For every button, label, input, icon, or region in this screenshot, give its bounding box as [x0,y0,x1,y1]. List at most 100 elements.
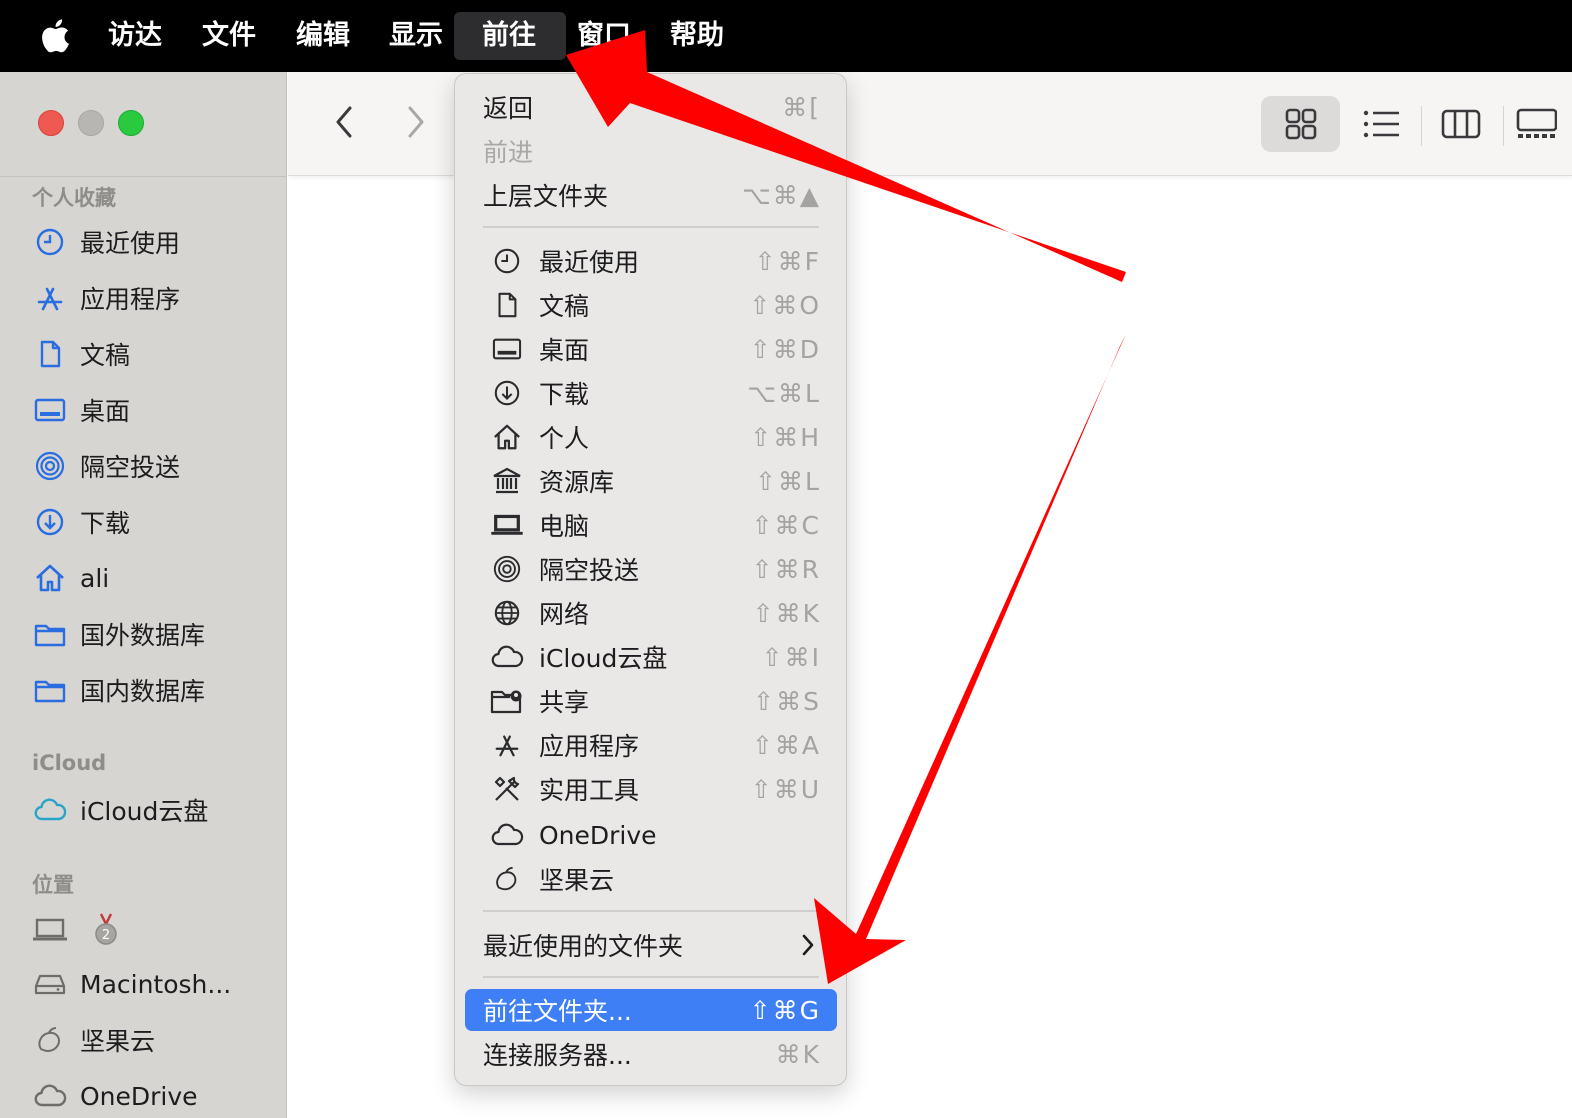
sidebar-item-folder-domestic-db[interactable]: 国内数据库 [32,670,205,710]
folder-icon [32,672,68,708]
icon-view-button[interactable] [1261,96,1340,152]
menu-item-label: 上层文件夹 [483,182,609,211]
sidebar-item-icloud-drive[interactable]: iCloud云盘 [32,790,208,830]
sidebar-item-label: 下载 [80,509,131,538]
menu-item-desktop[interactable]: 桌面 ⇧⌘D [465,328,837,370]
menu-item-label: 隔空投送 [539,556,640,585]
menu-item-label: 应用程序 [539,732,640,761]
sidebar-item-airdrop[interactable]: 隔空投送 [32,446,180,486]
medal-badge-icon: 2 [88,912,124,948]
chevron-right-icon [802,934,814,956]
nutstore-icon [489,861,525,897]
sidebar-item-macintosh-hd[interactable]: Macintosh... [32,964,231,1004]
menu-item-documents[interactable]: 文稿 ⇧⌘O [465,284,837,326]
menu-item-library[interactable]: 资源库 ⇧⌘L [465,460,837,502]
menu-item-downloads[interactable]: 下载 ⌥⌘L [465,372,837,414]
cloud-icon [489,639,525,675]
clock-icon [32,224,68,260]
menu-separator [483,976,819,978]
menu-item-label: 前往文件夹... [483,997,632,1026]
menu-edit[interactable]: 编辑 [280,12,366,60]
menu-item-nutstore[interactable]: 坚果云 [465,858,837,900]
menu-item-utilities[interactable]: 实用工具 ⇧⌘U [465,768,837,810]
menu-item-icloud-drive[interactable]: iCloud云盘 ⇧⌘I [465,636,837,678]
menu-bar: 访达 文件 编辑 显示 前往 窗口 帮助 [0,0,1572,72]
menu-item-applications[interactable]: 应用程序 ⇧⌘A [465,724,837,766]
sidebar-item-downloads[interactable]: 下载 [32,502,130,542]
menu-item-label: 连接服务器... [483,1041,632,1070]
menu-item-label: 最近使用的文件夹 [483,932,684,961]
menu-item-recent-folders[interactable]: 最近使用的文件夹 [465,924,837,966]
shortcut-label: ⇧⌘C [751,510,821,540]
menu-item-shared[interactable]: 共享 ⇧⌘S [465,680,837,722]
menu-item-computer[interactable]: 电脑 ⇧⌘C [465,504,837,546]
sidebar-item-folder-foreign-db[interactable]: 国外数据库 [32,614,205,654]
menu-item-onedrive[interactable]: OneDrive [465,814,837,856]
forward-chevron-icon[interactable] [400,102,430,142]
menu-item-connect-server[interactable]: 连接服务器... ⌘K [465,1033,837,1075]
download-icon [489,375,525,411]
disk-icon [32,966,68,1002]
cloud-icon [32,1078,68,1114]
globe-icon [489,595,525,631]
home-icon [32,560,68,596]
menu-item-label: iCloud云盘 [539,644,668,673]
list-view-button[interactable] [1348,96,1414,152]
laptop-icon [32,912,68,948]
gallery-icon [1516,108,1557,138]
menu-file[interactable]: 文件 [186,12,272,60]
sidebar-item-recents[interactable]: 最近使用 [32,222,180,262]
apple-logo-icon[interactable] [38,18,70,54]
menu-item-enclosing-folder[interactable]: 上层文件夹 ⌥⌘▲ [465,174,837,216]
grid-icon [1285,108,1316,140]
menu-item-label: 桌面 [539,336,590,365]
go-menu-dropdown: 返回 ⌘[ 前进 上层文件夹 ⌥⌘▲ 最近使用 ⇧⌘F 文稿 ⇧⌘O 桌面 ⇧⌘… [454,73,847,1086]
sidebar-item-label: Macintosh... [80,969,232,999]
menu-item-label: 返回 [483,94,534,123]
menu-item-recents[interactable]: 最近使用 ⇧⌘F [465,240,837,282]
gallery-view-button[interactable] [1513,96,1572,152]
sidebar-item-documents[interactable]: 文稿 [32,334,130,374]
menu-app-finder[interactable]: 访达 [92,12,178,60]
shortcut-label: ⇧⌘A [751,730,821,760]
document-icon [32,336,68,372]
zoom-window-button[interactable] [118,110,144,136]
menu-help[interactable]: 帮助 [654,12,740,60]
home-icon [489,419,525,455]
shortcut-label: ⇧⌘K [752,598,821,628]
menu-item-network[interactable]: 网络 ⇧⌘K [465,592,837,634]
sidebar-item-home[interactable]: ali [32,558,109,598]
sidebar-item-onedrive[interactable]: OneDrive [32,1076,198,1116]
sidebar-item-applications[interactable]: 应用程序 [32,278,180,318]
list-icon [1363,110,1399,138]
shortcut-label: ⇧⌘S [753,686,821,716]
sidebar-item-desktop[interactable]: 桌面 [32,390,130,430]
sidebar-item-label: 国外数据库 [80,621,206,650]
menu-item-label: 电脑 [539,512,590,541]
sidebar-item-nutstore[interactable]: 坚果云 [32,1020,155,1060]
menu-item-label: 个人 [539,424,590,453]
back-chevron-icon[interactable] [330,102,360,142]
menu-item-go-to-folder[interactable]: 前往文件夹... ⇧⌘G [465,989,837,1031]
minimize-window-button[interactable] [78,110,104,136]
menu-item-label: 文稿 [539,292,590,321]
sidebar-item-computer[interactable]: 2 [32,910,136,950]
menu-view[interactable]: 显示 [373,12,459,60]
menu-item-home[interactable]: 个人 ⇧⌘H [465,416,837,458]
menu-item-label: OneDrive [539,820,657,850]
close-window-button[interactable] [38,110,64,136]
document-icon [489,287,525,323]
airdrop-icon [489,551,525,587]
sidebar-item-label: 文稿 [80,341,131,370]
folder-icon [32,616,68,652]
shortcut-label: ⌘K [775,1039,821,1069]
menu-item-label: 实用工具 [539,776,640,805]
toolbar-separator [1503,106,1504,146]
menu-item-airdrop[interactable]: 隔空投送 ⇧⌘R [465,548,837,590]
sidebar-header-icloud: iCloud [32,751,107,775]
menu-go[interactable]: 前往 [454,12,566,60]
menu-item-back[interactable]: 返回 ⌘[ [465,86,837,128]
column-view-button[interactable] [1428,96,1494,152]
menu-window[interactable]: 窗口 [561,12,647,60]
shortcut-label: ⇧⌘D [749,334,821,364]
